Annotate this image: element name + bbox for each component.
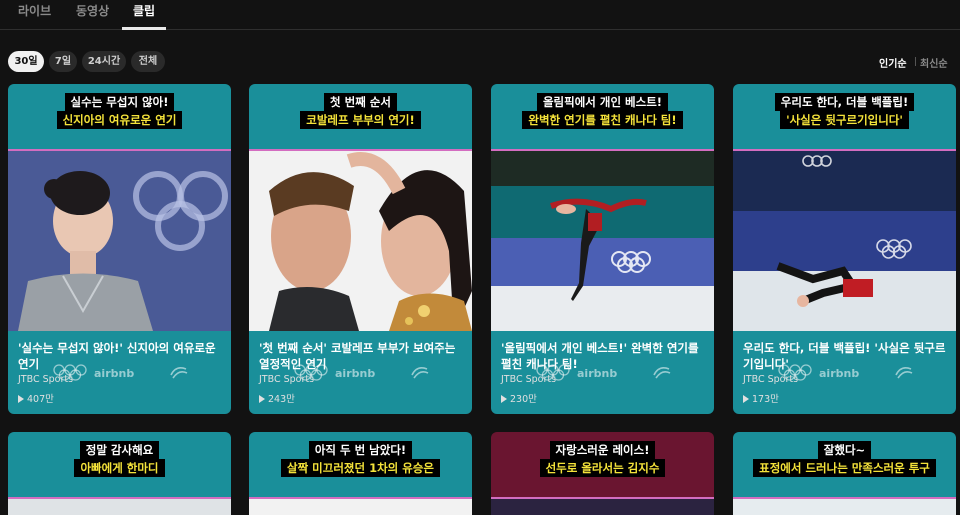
play-icon — [259, 395, 265, 403]
filter-24hours[interactable]: 24시간 — [82, 51, 126, 72]
clip-thumbnail — [491, 499, 714, 515]
clip-thumbnail — [8, 499, 231, 515]
view-count: 243만 — [259, 391, 295, 405]
play-icon — [743, 395, 749, 403]
clip-card[interactable]: 잘했다~ 표정에서 드러나는 만족스러운 투구 — [733, 432, 956, 515]
caption-line2: 완벽한 연기를 펼친 캐나다 팀! — [522, 111, 683, 129]
sort-popular[interactable]: 인기순 — [879, 55, 907, 70]
clip-card[interactable]: 올림픽에서 개인 베스트! 완벽한 연기를 펼친 캐나다 팀! airbnb '… — [491, 84, 714, 414]
clip-card[interactable]: 아직 두 번 남았다! 살짝 미끄러졌던 1차의 유승은 — [249, 432, 472, 515]
clip-card[interactable]: 정말 감사해요 아빠에게 한마디 — [8, 432, 231, 515]
caption-line2: 코발레프 부부의 연기! — [300, 111, 421, 129]
caption-line2: 선두로 올라서는 김지수 — [539, 459, 666, 477]
caption-line2: 신지아의 여유로운 연기 — [56, 111, 183, 129]
clip-title[interactable]: '올림픽에서 개인 베스트!' 완벽한 연기를 펼친 캐나다 팀! — [501, 340, 707, 372]
tab-live[interactable]: 라이브 — [18, 2, 51, 19]
clip-source: JTBC Sports — [743, 374, 799, 385]
sort-latest[interactable]: 최신순 — [920, 55, 948, 70]
clip-card[interactable]: 첫 번째 순서 코발레프 부부의 연기! airbnb '첫 번째 순서' 코발… — [249, 84, 472, 414]
clip-source: JTBC Sports — [259, 374, 315, 385]
view-count: 173만 — [743, 391, 779, 405]
tab-videos[interactable]: 동영상 — [76, 2, 109, 19]
clip-thumbnail — [491, 151, 714, 331]
view-count: 230만 — [501, 391, 537, 405]
clip-source: JTBC Sports — [501, 374, 557, 385]
view-count: 407만 — [18, 391, 54, 405]
clip-card[interactable]: 자랑스러운 레이스! 선두로 올라서는 김지수 — [491, 432, 714, 515]
caption-line2: '사실은 뒷구르기입니다' — [780, 111, 909, 129]
clip-card[interactable]: 우리도 한다, 더블 백플립! '사실은 뒷구르기입니다' airbnb 우리도… — [733, 84, 956, 414]
clip-title[interactable]: '실수는 무섭지 않아!' 신지아의 여유로운 연기 — [18, 340, 224, 372]
tab-clips[interactable]: 클립 — [133, 2, 155, 19]
clip-thumbnail — [8, 151, 231, 331]
clip-thumbnail — [249, 499, 472, 515]
clip-title[interactable]: '첫 번째 순서' 코발레프 부부가 보여주는 열정적인 연기 — [259, 340, 465, 372]
caption-line2: 아빠에게 한마디 — [74, 459, 165, 477]
clip-title[interactable]: 우리도 한다, 더블 백플립! '사실은 뒷구르기입니다' — [743, 340, 949, 372]
play-icon — [501, 395, 507, 403]
caption-line2: 표정에서 드러나는 만족스러운 투구 — [753, 459, 936, 477]
filter-all[interactable]: 전체 — [131, 51, 165, 72]
clip-thumbnail — [733, 151, 956, 331]
active-tab-indicator — [122, 27, 166, 30]
play-icon — [18, 395, 24, 403]
clip-source: JTBC Sports — [18, 374, 74, 385]
content-tabs: 라이브 동영상 클립 — [0, 0, 960, 30]
clip-card[interactable]: 실수는 무섭지 않아! 신지아의 여유로운 연기 airbnb '실수는 무섭지… — [8, 84, 231, 414]
caption-line2: 살짝 미끄러졌던 1차의 유승은 — [281, 459, 440, 477]
clip-thumbnail — [733, 499, 956, 515]
filter-30days[interactable]: 30일 — [8, 51, 44, 72]
clip-thumbnail — [249, 151, 472, 331]
sort-divider — [915, 57, 916, 66]
filter-7days[interactable]: 7일 — [49, 51, 77, 72]
